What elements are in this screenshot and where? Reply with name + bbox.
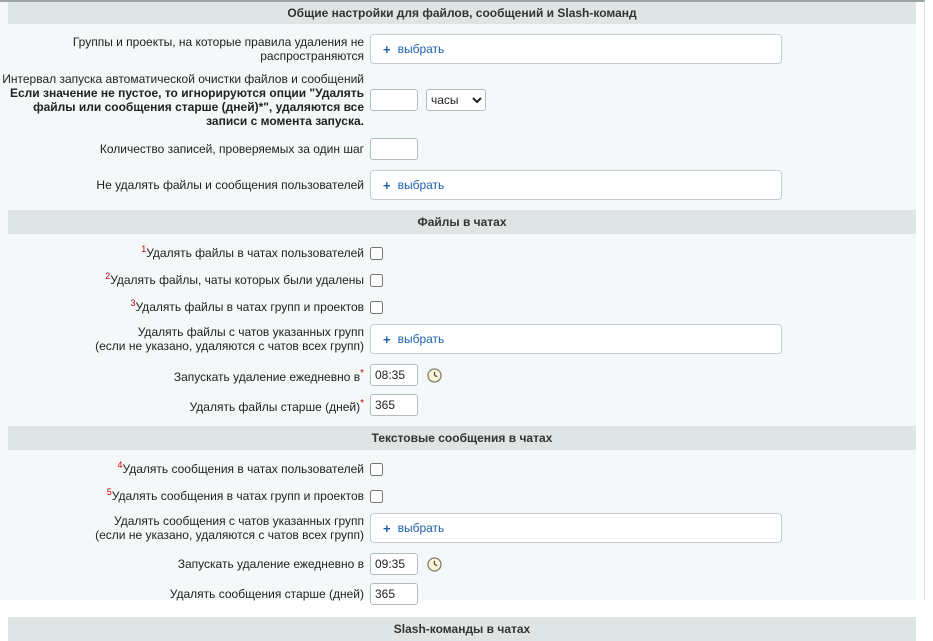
row-skip-users: Не удалять файлы и сообщения пользовател… bbox=[0, 170, 924, 200]
messages-daily-time-input[interactable] bbox=[370, 553, 418, 575]
interval-note: Если значение не пустое, то игнорируются… bbox=[0, 86, 364, 128]
interval-label: Интервал запуска автоматической очистки … bbox=[0, 72, 364, 86]
skip-users-choose-link[interactable]: + выбрать bbox=[383, 178, 444, 193]
messages-older-label: Удалять сообщения старше (дней) bbox=[0, 587, 364, 601]
files-cb3-label: Удалять файлы в чатах групп и проектов bbox=[136, 300, 365, 314]
files-group-chats-checkbox[interactable] bbox=[370, 301, 383, 314]
messages-cb1-label: Удалять сообщения в чатах пользователей bbox=[123, 462, 364, 476]
files-daily-time-input[interactable] bbox=[370, 364, 418, 386]
messages-daily-label: Запускать удаление ежедневно в bbox=[0, 557, 364, 571]
row-files-older-days: Удалять файлы старше (дней)* bbox=[0, 394, 924, 416]
section-header-messages: Текстовые сообщения в чатах bbox=[8, 426, 916, 450]
files-groups-label-line1: Удалять файлы с чатов указанных групп bbox=[0, 325, 364, 339]
section-header-general: Общие настройки для файлов, сообщений и … bbox=[8, 2, 916, 24]
files-groups-label-line2: (если не указано, удаляются с чатов всех… bbox=[0, 339, 364, 353]
section-title: Файлы в чатах bbox=[417, 215, 506, 229]
interval-unit-select[interactable]: часы bbox=[426, 89, 486, 111]
section-title: Текстовые сообщения в чатах bbox=[372, 431, 553, 445]
messages-group-chats-checkbox[interactable] bbox=[370, 490, 383, 503]
clock-icon[interactable] bbox=[427, 557, 442, 572]
files-cb1-label: Удалять файлы в чатах пользователей bbox=[146, 246, 364, 260]
required-mark: * bbox=[360, 368, 364, 379]
messages-groups-chooser: + выбрать bbox=[370, 513, 782, 543]
choose-link-label: выбрать bbox=[398, 42, 445, 56]
choose-link-label: выбрать bbox=[398, 332, 445, 346]
row-exclude-groups: Группы и проекты, на которые правила уда… bbox=[0, 34, 924, 64]
plus-icon: + bbox=[383, 521, 391, 536]
files-older-label: Удалять файлы старше (дней) bbox=[190, 400, 361, 414]
files-cb2-label: Удалять файлы, чаты которых были удалены bbox=[110, 273, 364, 287]
row-files-daily-time: Запускать удаление ежедневно в* bbox=[0, 364, 924, 386]
row-messages-groups: Удалять сообщения с чатов указанных груп… bbox=[0, 513, 924, 543]
files-deleted-chats-checkbox[interactable] bbox=[370, 274, 383, 287]
messages-groups-label-line1: Удалять сообщения с чатов указанных груп… bbox=[0, 514, 364, 528]
exclude-groups-label: Группы и проекты, на которые правила уда… bbox=[0, 35, 364, 63]
choose-link-label: выбрать bbox=[398, 521, 445, 535]
batch-size-input[interactable] bbox=[370, 138, 418, 160]
exclude-groups-choose-link[interactable]: + выбрать bbox=[383, 42, 444, 57]
batch-size-label: Количество записей, проверяемых за один … bbox=[0, 142, 364, 156]
files-groups-choose-link[interactable]: + выбрать bbox=[383, 332, 444, 347]
clock-icon[interactable] bbox=[427, 368, 442, 383]
section-title: Общие настройки для файлов, сообщений и … bbox=[287, 6, 636, 20]
row-messages-older-days: Удалять сообщения старше (дней) bbox=[0, 583, 924, 605]
row-files-cb3: 3Удалять файлы в чатах групп и проектов bbox=[0, 300, 924, 314]
choose-link-label: выбрать bbox=[398, 178, 445, 192]
page-gutter bbox=[916, 2, 924, 602]
row-files-cb1: 1Удалять файлы в чатах пользователей bbox=[0, 246, 924, 260]
files-groups-chooser: + выбрать bbox=[370, 324, 782, 354]
files-daily-label: Запускать удаление ежедневно в bbox=[174, 370, 360, 384]
exclude-groups-chooser: + выбрать bbox=[370, 34, 782, 64]
plus-icon: + bbox=[383, 178, 391, 193]
messages-groups-choose-link[interactable]: + выбрать bbox=[383, 521, 444, 536]
skip-users-label: Не удалять файлы и сообщения пользовател… bbox=[0, 178, 364, 192]
plus-icon: + bbox=[383, 42, 391, 57]
section-header-slash: Slash-команды в чатах bbox=[8, 617, 916, 641]
files-user-chats-checkbox[interactable] bbox=[370, 247, 383, 260]
row-messages-cb1: 4Удалять сообщения в чатах пользователей bbox=[0, 462, 924, 476]
row-messages-cb2: 5Удалять сообщения в чатах групп и проек… bbox=[0, 489, 924, 503]
section-header-files: Файлы в чатах bbox=[8, 210, 916, 234]
section-title: Slash-команды в чатах bbox=[394, 622, 530, 636]
messages-cb2-label: Удалять сообщения в чатах групп и проект… bbox=[112, 489, 364, 503]
required-mark: * bbox=[360, 398, 364, 409]
files-older-days-input[interactable] bbox=[370, 394, 418, 416]
skip-users-chooser: + выбрать bbox=[370, 170, 782, 200]
messages-user-chats-checkbox[interactable] bbox=[370, 463, 383, 476]
row-messages-daily-time: Запускать удаление ежедневно в bbox=[0, 553, 924, 575]
row-batch-size: Количество записей, проверяемых за один … bbox=[0, 138, 924, 160]
messages-groups-label-line2: (если не указано, удаляются с чатов всех… bbox=[0, 528, 364, 542]
row-files-cb2: 2Удалять файлы, чаты которых были удален… bbox=[0, 273, 924, 287]
plus-icon: + bbox=[383, 332, 391, 347]
row-files-groups: Удалять файлы с чатов указанных групп (е… bbox=[0, 324, 924, 354]
messages-older-days-input[interactable] bbox=[370, 583, 418, 605]
interval-value-input[interactable] bbox=[370, 89, 418, 111]
settings-form: Общие настройки для файлов, сообщений и … bbox=[0, 0, 925, 600]
row-interval: Интервал запуска автоматической очистки … bbox=[0, 72, 924, 128]
